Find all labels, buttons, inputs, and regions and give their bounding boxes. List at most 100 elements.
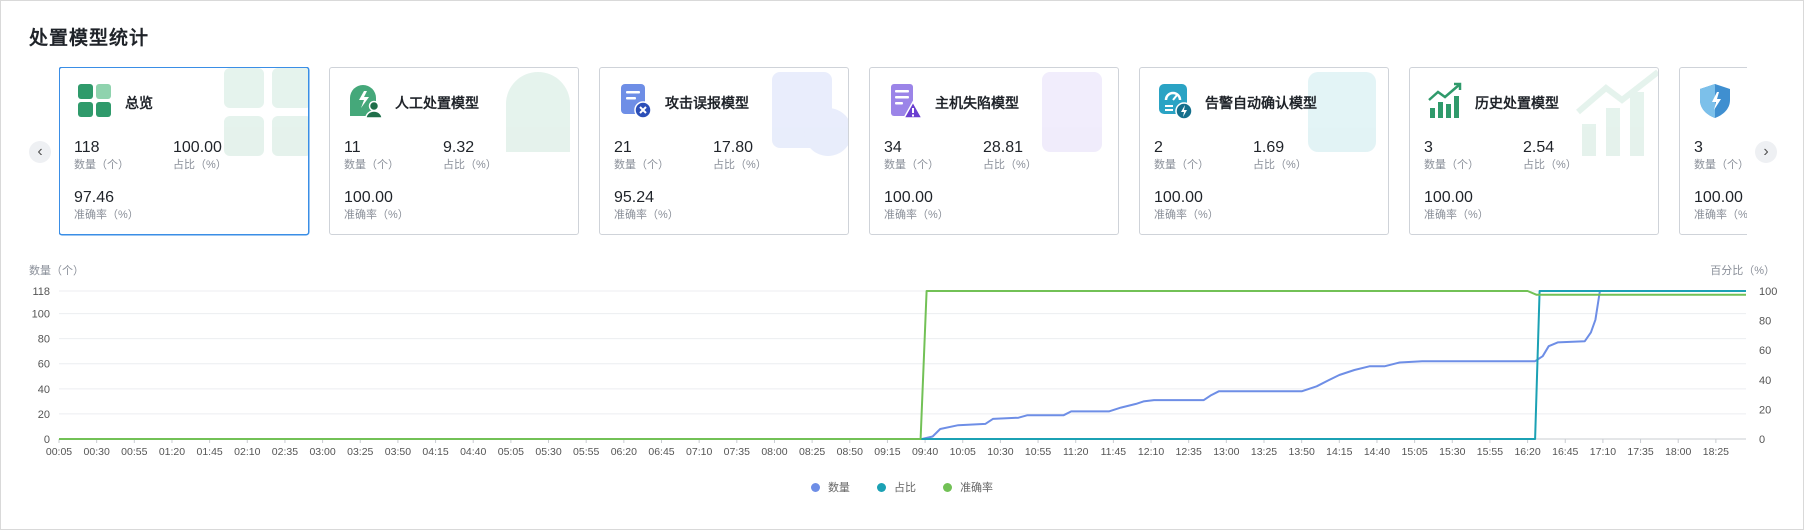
x-tick-label: 08:50	[837, 446, 863, 458]
x-tick-label: 09:15	[874, 446, 900, 458]
grid-lines	[59, 290, 1746, 440]
accuracy-metric: 100.00 准确率（%）	[1424, 189, 1489, 222]
x-tick-label: 00:30	[84, 446, 110, 458]
count-metric: 11 数量（个）	[344, 139, 399, 172]
accuracy-label: 准确率（%）	[1694, 209, 1747, 221]
carousel-prev-button[interactable]: ‹	[29, 141, 51, 163]
y-left-tick-label: 100	[32, 309, 50, 321]
count-metric: 3 数量（个）	[1424, 139, 1479, 172]
count-metric: 3 数量（个）	[1694, 139, 1747, 172]
card-overview[interactable]: 总览 118 数量（个） 100.00 占比（%） 97.46 准确率（%）	[59, 67, 309, 235]
y-left-tick-label: 60	[38, 359, 50, 371]
accuracy-value: 100.00	[1694, 189, 1743, 206]
legend-item-ratio[interactable]: 占比	[877, 479, 916, 495]
legend-ratio-dot	[877, 482, 886, 492]
x-tick-label: 03:25	[347, 446, 373, 458]
auto-confirm-watermark-icon	[1308, 72, 1376, 152]
x-tick-label: 04:40	[460, 446, 486, 458]
accuracy-value: 100.00	[884, 189, 933, 206]
x-tick-label: 13:50	[1289, 446, 1315, 458]
count-value: 118	[74, 139, 100, 156]
manual-watermark-icon	[506, 72, 570, 152]
legend-item-count[interactable]: 数量	[810, 479, 850, 495]
card-history-disposal[interactable]: 历史处置模型 3 数量（个） 2.54 占比（%） 100.00 准确率（%）	[1409, 67, 1659, 235]
false-alarm-watermark-icon	[772, 72, 848, 156]
legend-item-accuracy[interactable]: 准确率	[943, 479, 993, 495]
chevron-left-icon: ‹	[37, 143, 43, 160]
x-tick-label: 06:20	[611, 446, 637, 458]
x-tick-label: 14:15	[1326, 446, 1352, 458]
card-host-compromise[interactable]: 主机失陷模型 34 数量（个） 28.81 占比（%） 100.00 准确率（%…	[869, 67, 1119, 235]
count-label: 数量（个）	[74, 159, 129, 171]
count-label: 数量（个）	[1154, 159, 1209, 171]
ratio-label: 占比（%）	[983, 159, 1037, 171]
y-right-tick-label: 60	[1759, 345, 1771, 357]
ratio-metric: 2.54 占比（%）	[1523, 139, 1577, 172]
x-tick-label: 04:15	[422, 446, 448, 458]
count-label: 数量（个）	[884, 159, 939, 171]
x-tick-label: 00:55	[121, 446, 147, 458]
ratio-label: 占比（%）	[1253, 159, 1307, 171]
auto-confirm-icon	[1159, 84, 1193, 120]
model-cards-carousel: 总览 118 数量（个） 100.00 占比（%） 97.46 准确率（%） 人…	[59, 67, 1747, 239]
card-title: 总览	[125, 95, 153, 111]
y-right-tick-label: 20	[1759, 404, 1771, 416]
count-value: 21	[614, 139, 632, 156]
x-tick-label: 18:25	[1703, 446, 1729, 458]
accuracy-metric: 95.24 准确率（%）	[614, 189, 679, 222]
x-tick-label: 16:45	[1552, 446, 1578, 458]
y-left-tick-label: 40	[38, 384, 50, 396]
x-tick-label: 01:20	[159, 446, 185, 458]
accuracy-value: 100.00	[1154, 189, 1203, 206]
count-label: 数量（个）	[344, 159, 399, 171]
x-tick-label: 02:35	[272, 446, 298, 458]
x-tick-label: 06:45	[648, 446, 674, 458]
y-right-tick-label: 100	[1759, 286, 1777, 298]
accuracy-label: 准确率（%）	[884, 209, 949, 221]
accuracy-metric: 100.00 准确率（%）	[884, 189, 949, 222]
ratio-metric: 17.80 占比（%）	[713, 139, 767, 172]
trend-line-chart: 数量（个） 百分比（%） 0 20 40 60 80 100 118 0 20 40 60 80 10…	[29, 264, 1777, 458]
ratio-value: 28.81	[983, 139, 1024, 156]
x-tick-label: 05:05	[498, 446, 524, 458]
x-tick-label: 07:10	[686, 446, 712, 458]
x-tick-label: 11:45	[1101, 446, 1127, 458]
model-statistics-panel: 处置模型统计 ‹ › 总览 118 数量（个） 100.00 占比（%） 97.…	[0, 0, 1804, 530]
card-attack-false-alarm[interactable]: 攻击误报模型 21 数量（个） 17.80 占比（%） 95.24 准确率（%）	[599, 67, 849, 235]
count-value: 3	[1424, 139, 1433, 156]
false-alarm-icon	[621, 84, 652, 119]
legend-ratio-label: 占比	[894, 482, 916, 494]
grid-icon	[78, 84, 111, 117]
ratio-value: 2.54	[1523, 139, 1555, 156]
x-tick-label: 15:05	[1401, 446, 1427, 458]
x-tick-label: 09:40	[912, 446, 938, 458]
count-metric: 118 数量（个）	[74, 139, 129, 172]
ratio-label: 占比（%）	[443, 159, 497, 171]
card-auto-confirm[interactable]: 告警自动确认模型 2 数量（个） 1.69 占比（%） 100.00 准确率（%…	[1139, 67, 1389, 235]
history-chart-icon	[1428, 82, 1462, 118]
accuracy-label: 准确率（%）	[74, 209, 139, 221]
card-partial[interactable]: 3 数量（个） 100.00 准确率（%）	[1679, 67, 1747, 235]
accuracy-metric: 97.46 准确率（%）	[74, 189, 139, 222]
carousel-next-button[interactable]: ›	[1755, 141, 1777, 163]
count-label: 数量（个）	[1424, 159, 1479, 171]
ratio-label: 占比（%）	[173, 159, 227, 171]
card-title: 人工处置模型	[395, 95, 479, 111]
y-right-tick-label: 40	[1759, 375, 1771, 387]
count-value: 2	[1154, 139, 1163, 156]
accuracy-metric: 100.00 准确率（%）	[344, 189, 409, 222]
ratio-metric: 28.81 占比（%）	[983, 139, 1037, 172]
x-tick-label: 01:45	[196, 446, 222, 458]
legend-count-label: 数量	[827, 482, 850, 494]
ratio-value: 9.32	[443, 139, 475, 156]
ratio-metric: 1.69 占比（%）	[1253, 139, 1307, 172]
y-right-tick-label: 80	[1759, 316, 1771, 328]
accuracy-metric: 100.00 准确率（%）	[1694, 189, 1747, 222]
count-metric: 2 数量（个）	[1154, 139, 1209, 172]
x-tick-label: 15:30	[1439, 446, 1465, 458]
card-title: 历史处置模型	[1475, 95, 1559, 111]
x-tick-label: 17:35	[1627, 446, 1653, 458]
card-manual-disposal[interactable]: 人工处置模型 11 数量（个） 9.32 占比（%） 100.00 准确率（%）	[329, 67, 579, 235]
x-tick-label: 18:00	[1665, 446, 1691, 458]
x-tick-label: 12:35	[1176, 446, 1202, 458]
